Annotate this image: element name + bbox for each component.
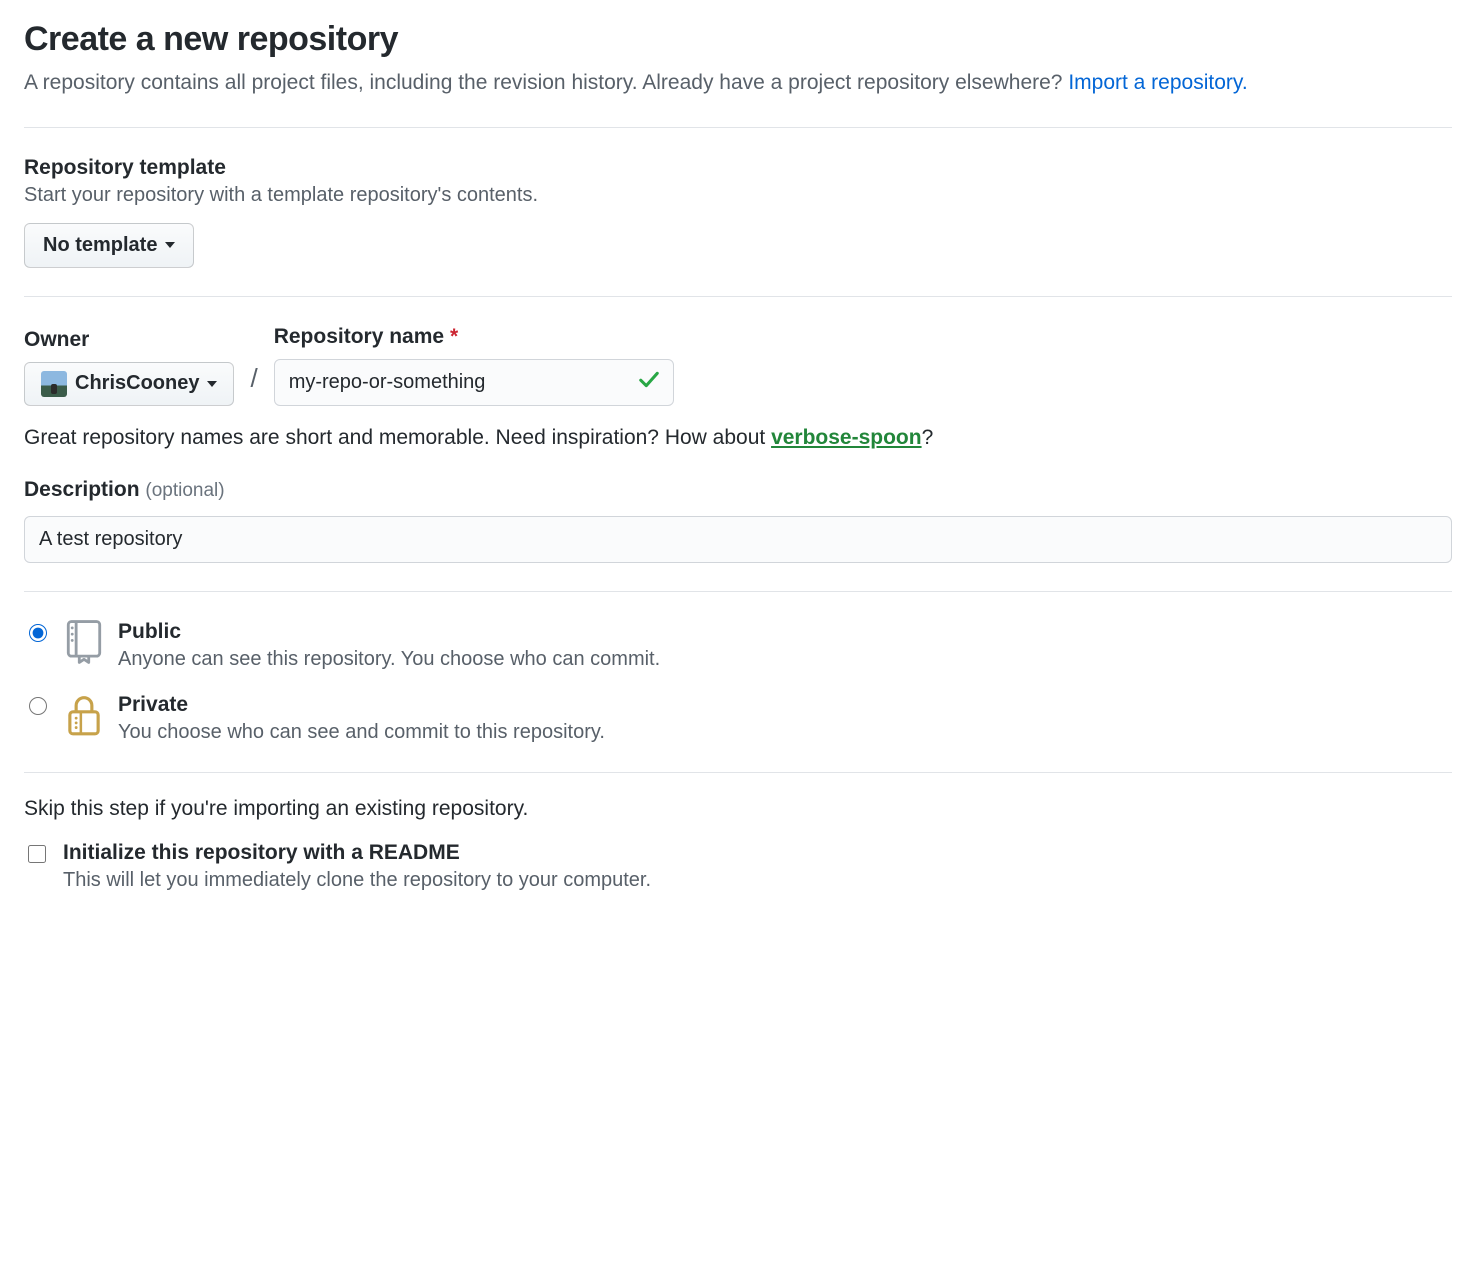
- description-label-text: Description: [24, 478, 140, 501]
- owner-select-button[interactable]: ChrisCooney: [24, 362, 234, 406]
- template-help: Start your repository with a template re…: [24, 184, 1452, 207]
- visibility-private-desc: You choose who can see and commit to thi…: [118, 721, 605, 744]
- check-icon: [638, 369, 660, 396]
- init-readme-desc: This will let you immediately clone the …: [63, 869, 651, 892]
- description-label: Description (optional): [24, 478, 1452, 502]
- visibility-private-radio[interactable]: [29, 697, 47, 715]
- repo-name-label: Repository name *: [274, 325, 674, 349]
- repo-name-label-text: Repository name: [274, 325, 444, 348]
- repo-icon: [64, 620, 104, 664]
- visibility-public-desc: Anyone can see this repository. You choo…: [118, 648, 660, 671]
- description-input[interactable]: [24, 516, 1452, 563]
- required-asterisk: *: [450, 325, 458, 348]
- page-title: Create a new repository: [24, 20, 1452, 59]
- chevron-down-icon: [207, 381, 217, 387]
- lock-icon: [64, 693, 104, 737]
- skip-import-note: Skip this step if you're importing an ex…: [24, 797, 1452, 821]
- repo-name-suggestion-link[interactable]: verbose-spoon: [771, 426, 922, 449]
- owner-label: Owner: [24, 328, 234, 352]
- page-subhead: A repository contains all project files,…: [24, 67, 1452, 99]
- repo-hint-before: Great repository names are short and mem…: [24, 426, 771, 449]
- template-label: Repository template: [24, 156, 1452, 180]
- repo-name-hint: Great repository names are short and mem…: [24, 426, 1452, 450]
- repo-hint-after: ?: [922, 426, 934, 449]
- init-readme-title: Initialize this repository with a README: [63, 841, 651, 865]
- owner-repo-separator: /: [250, 363, 257, 406]
- subhead-text: A repository contains all project files,…: [24, 71, 1068, 94]
- visibility-private-title: Private: [118, 693, 605, 717]
- init-readme-checkbox[interactable]: [28, 845, 46, 863]
- import-repository-link[interactable]: Import a repository.: [1068, 71, 1247, 94]
- visibility-public-title: Public: [118, 620, 660, 644]
- template-selected-value: No template: [43, 234, 157, 257]
- chevron-down-icon: [165, 242, 175, 248]
- template-select-button[interactable]: No template: [24, 223, 194, 268]
- optional-hint: (optional): [145, 480, 224, 501]
- visibility-public-radio[interactable]: [29, 624, 47, 642]
- avatar: [41, 371, 67, 397]
- repo-name-input[interactable]: [274, 359, 674, 406]
- owner-name: ChrisCooney: [75, 372, 199, 395]
